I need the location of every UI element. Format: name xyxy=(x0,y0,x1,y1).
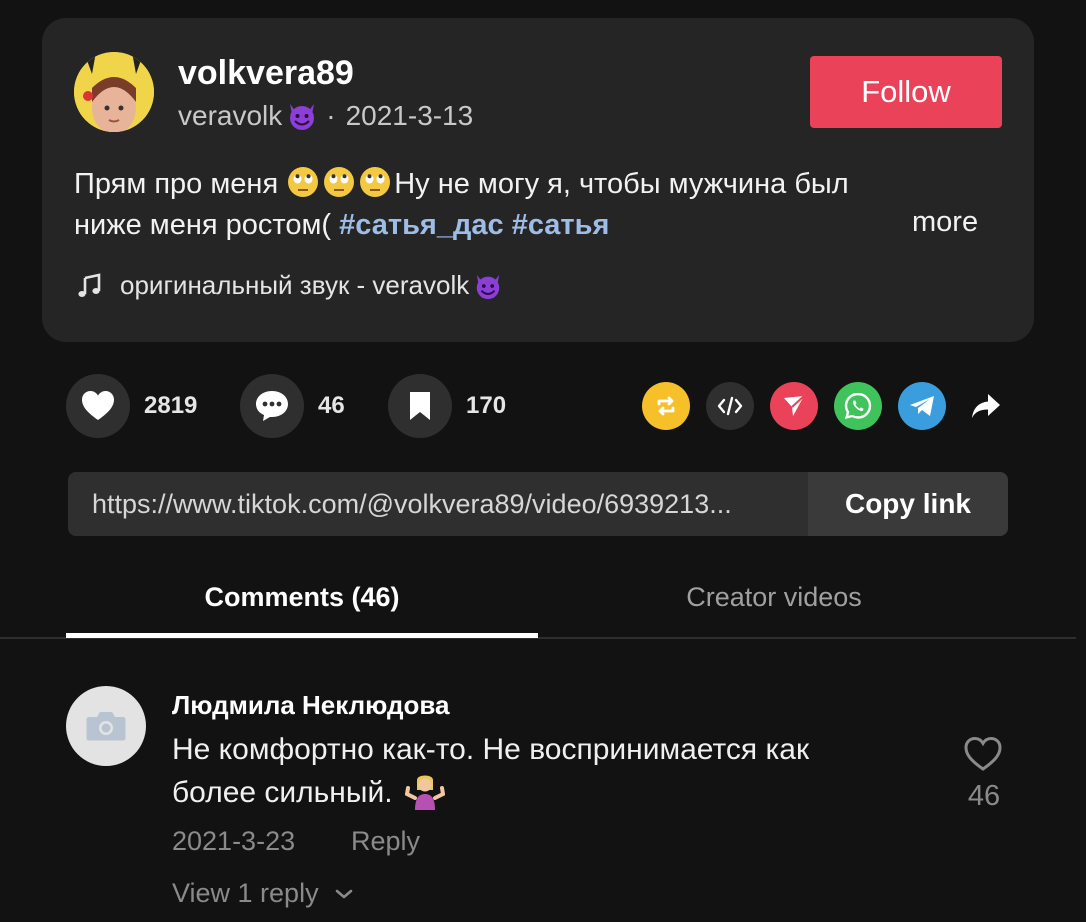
like-action[interactable]: 2819 xyxy=(66,374,197,438)
video-description: Прям про меня Ну не могу я, чтобы мужчин… xyxy=(74,164,974,246)
view-replies-button[interactable]: View 1 reply xyxy=(172,878,355,909)
video-info-card: volkvera89 veravolk · 2021-3-13 Follow П… xyxy=(42,18,1034,342)
more-button[interactable]: more xyxy=(912,206,978,239)
tab-creator-videos[interactable]: Creator videos xyxy=(538,582,1010,613)
music-note-icon xyxy=(78,272,101,297)
like-button[interactable] xyxy=(66,374,130,438)
comment-action[interactable]: 46 xyxy=(240,374,345,438)
bookmark-icon xyxy=(410,392,430,420)
like-count: 2819 xyxy=(144,392,198,419)
follow-button[interactable]: Follow xyxy=(810,56,1002,128)
active-tab-indicator xyxy=(66,633,538,638)
post-date: 2021-3-13 xyxy=(345,100,474,131)
smiling-devil-icon xyxy=(290,104,315,130)
comment-like-heart-icon[interactable] xyxy=(964,736,1002,772)
date-separator: · xyxy=(326,100,336,131)
commenter-avatar[interactable] xyxy=(66,686,146,766)
comment-text: Не комфортно как-то. Не воспринимается к… xyxy=(172,728,912,814)
telegram-icon xyxy=(910,396,934,416)
desc-line-2: ниже меня ростом( xyxy=(74,209,332,241)
whatsapp-button[interactable] xyxy=(834,382,882,430)
video-link-url[interactable]: https://www.tiktok.com/@volkvera89/video… xyxy=(92,472,812,536)
comment-text-line2: более сильный. xyxy=(172,776,393,809)
save-button[interactable] xyxy=(388,374,452,438)
telegram-button[interactable] xyxy=(898,382,946,430)
copy-link-button[interactable]: Copy link xyxy=(808,472,1008,536)
share-link-box: https://www.tiktok.com/@volkvera89/video… xyxy=(68,472,1008,536)
comment-like-count: 46 xyxy=(967,780,1001,812)
creator-meta: veravolk · 2021-3-13 xyxy=(178,100,473,132)
embed-icon xyxy=(717,396,743,416)
comment-date: 2021-3-23 xyxy=(172,826,296,856)
chevron-down-icon xyxy=(335,889,352,898)
creator-avatar[interactable] xyxy=(74,52,154,132)
commenter-name[interactable]: Людмила Неклюдова xyxy=(172,690,449,721)
hashtag-link[interactable]: #сатья xyxy=(512,209,610,241)
sound-name: оригинальный звук - veravolk xyxy=(120,270,470,300)
person-shrugging-emoji-icon xyxy=(404,775,446,810)
whatsapp-icon xyxy=(844,392,872,420)
desc-text-2: Ну не могу я, чтобы мужчина был xyxy=(394,168,849,200)
repost-icon xyxy=(657,396,675,416)
eye-roll-emoji-icon xyxy=(324,167,355,197)
hashtag-link[interactable]: #сатья_дас xyxy=(339,209,503,241)
save-count: 170 xyxy=(466,392,507,419)
save-action[interactable]: 170 xyxy=(388,374,506,438)
heart-icon xyxy=(82,391,114,420)
desc-text: Прям про меня xyxy=(74,168,279,200)
send-to-friends-button[interactable] xyxy=(770,382,818,430)
comment-button[interactable] xyxy=(240,374,304,438)
more-share-button[interactable] xyxy=(962,382,1010,430)
creator-username[interactable]: volkvera89 xyxy=(178,54,354,93)
embed-button[interactable] xyxy=(706,382,754,430)
eye-roll-emoji-icon xyxy=(360,167,391,197)
comment-text-line1: Не комфортно как-то. Не воспринимается к… xyxy=(172,733,810,766)
smiling-devil-icon xyxy=(477,274,500,299)
comment-count: 46 xyxy=(318,392,345,419)
repost-button[interactable] xyxy=(642,382,690,430)
camera-placeholder-icon xyxy=(86,712,126,741)
creator-nickname[interactable]: veravolk xyxy=(178,100,282,132)
view-replies-label: View 1 reply xyxy=(172,878,319,908)
sound-link[interactable]: оригинальный звук - veravolk xyxy=(76,270,507,301)
tab-comments[interactable]: Comments (46) xyxy=(66,582,538,613)
eye-roll-emoji-icon xyxy=(288,167,319,197)
reply-button[interactable]: Reply xyxy=(351,826,420,857)
send-icon xyxy=(784,395,805,416)
comment-bubble-icon xyxy=(256,391,288,421)
share-arrow-icon xyxy=(972,394,1000,418)
